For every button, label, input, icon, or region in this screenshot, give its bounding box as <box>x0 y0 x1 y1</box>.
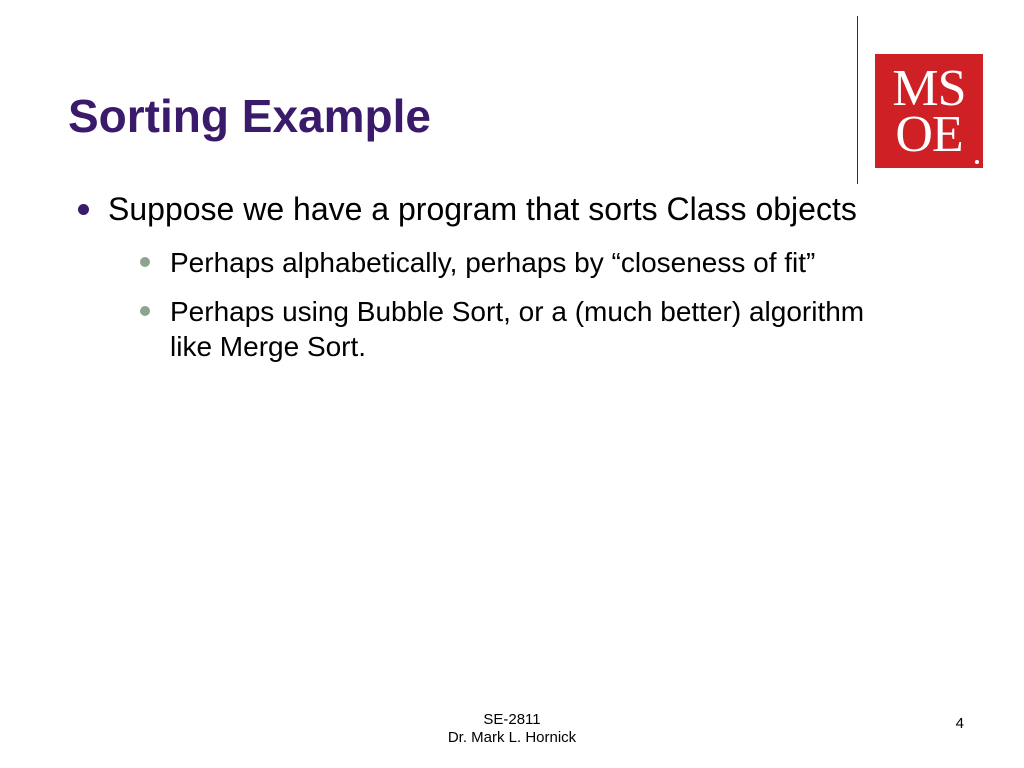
logo-dot <box>975 160 979 164</box>
footer-course: SE-2811 <box>0 711 1024 730</box>
bullet-sub: Perhaps alphabetically, perhaps by “clos… <box>130 245 888 280</box>
slide-title: Sorting Example <box>68 89 431 143</box>
slide-content: Suppose we have a program that sorts Cla… <box>68 190 888 378</box>
footer-author: Dr. Mark L. Hornick <box>0 729 1024 748</box>
msoe-logo: MS OE <box>875 54 983 168</box>
vertical-divider <box>857 16 858 184</box>
slide-footer: SE-2811 Dr. Mark L. Hornick <box>0 711 1024 749</box>
bullet-sub-text: Perhaps alphabetically, perhaps by “clos… <box>170 247 815 278</box>
page-number: 4 <box>956 715 964 732</box>
bullet-main: Suppose we have a program that sorts Cla… <box>68 190 888 364</box>
bullet-sub-text: Perhaps using Bubble Sort, or a (much be… <box>170 296 864 362</box>
slide: MS OE Sorting Example Suppose we have a … <box>0 0 1024 768</box>
bullet-sub: Perhaps using Bubble Sort, or a (much be… <box>130 294 888 364</box>
logo-line2: OE <box>895 112 962 158</box>
bullet-main-text: Suppose we have a program that sorts Cla… <box>108 191 857 227</box>
